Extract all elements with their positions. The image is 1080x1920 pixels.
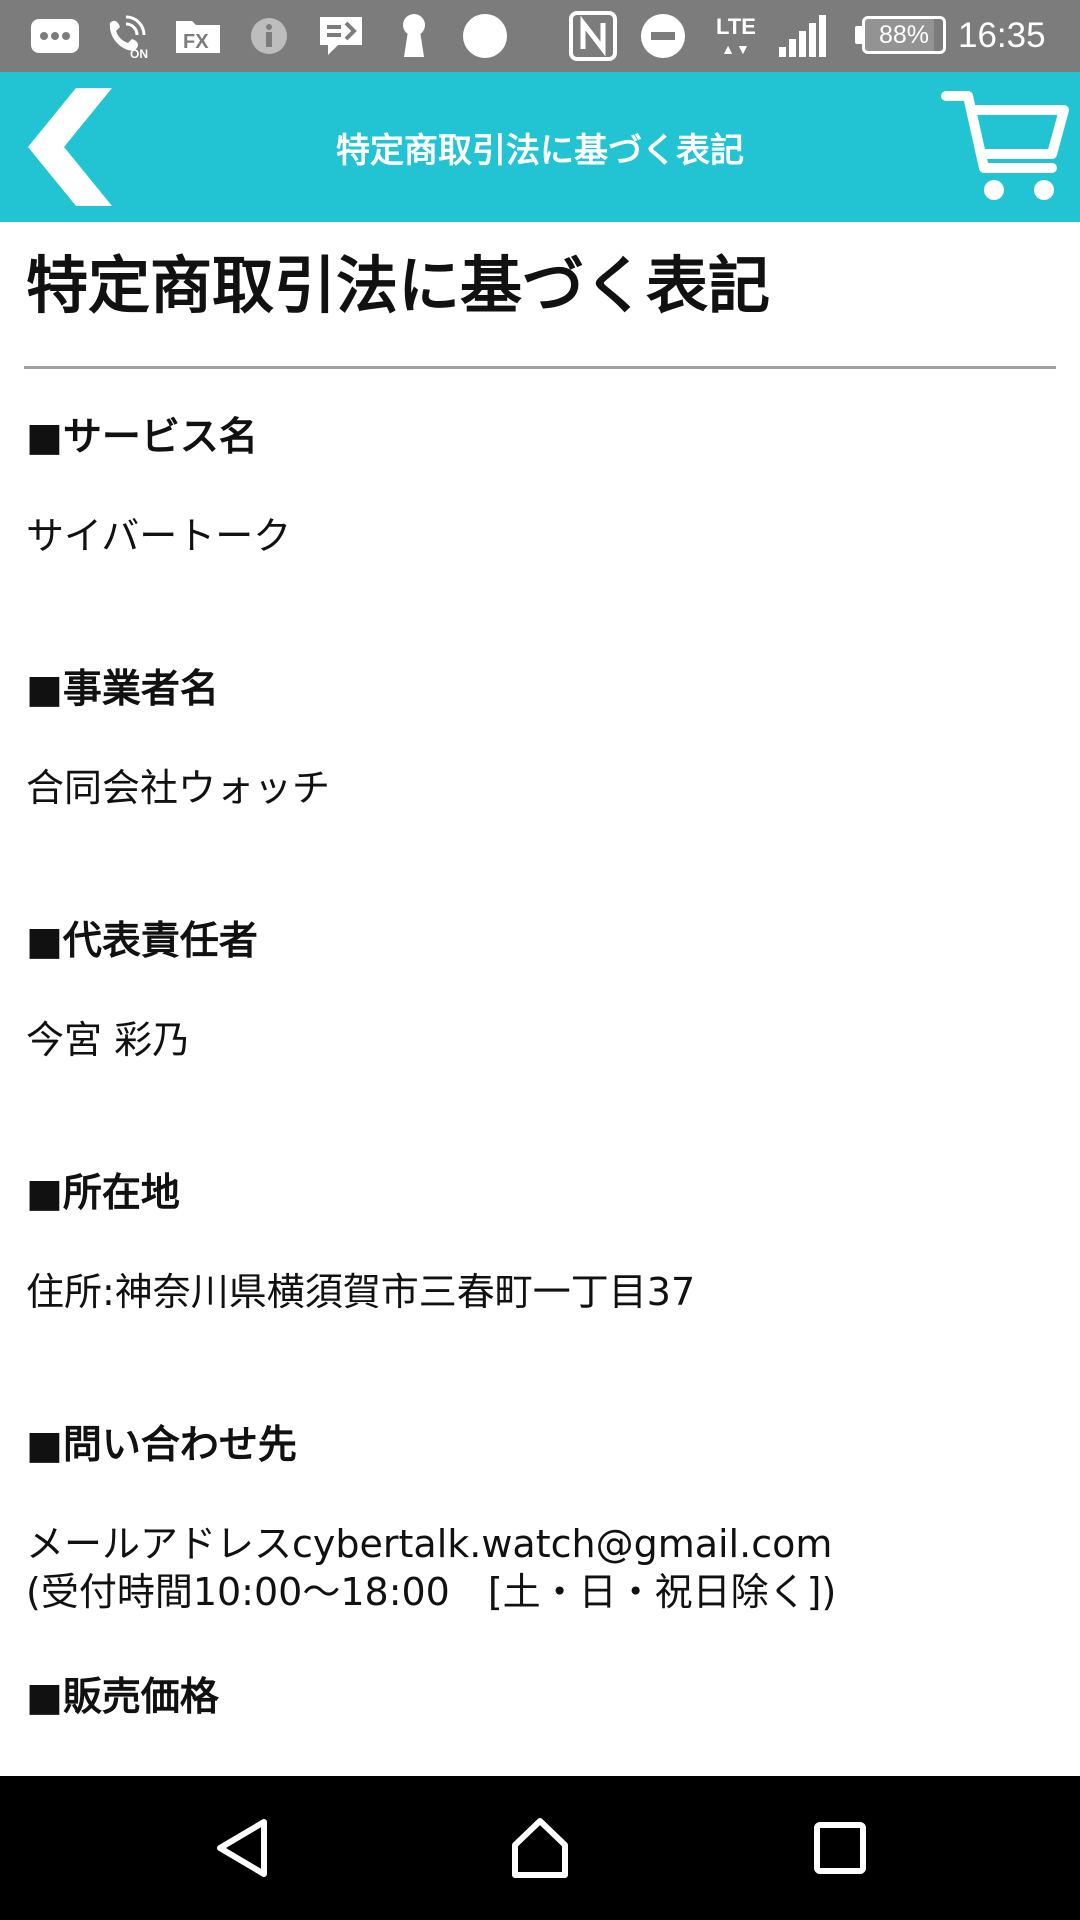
app-header: 特定商取引法に基づく表記 <box>0 72 1080 222</box>
chat-icon <box>316 0 366 72</box>
recents-square-icon <box>814 1822 866 1874</box>
section-address: ■所在地 住所:神奈川県横須賀市三春町一丁目37 <box>26 1168 1056 1420</box>
section-contact: ■問い合わせ先 メールアドレスcybertalk.watch@gmail.com… <box>26 1420 1056 1672</box>
section-heading: ■サービス名 <box>26 415 258 460</box>
section-line: サイバートーク <box>26 514 292 558</box>
nfc-icon <box>566 0 620 72</box>
section-line: (受付時間10:00〜18:00 [土・日・祝日除く]) <box>26 1570 837 1614</box>
section-price: ■販売価格 <box>26 1672 1056 1776</box>
status-bar: ON FX LTE ▲▼ 88% 16:35 <box>0 0 1080 72</box>
divider <box>24 366 1056 369</box>
cart-button[interactable] <box>940 86 1070 208</box>
clock: 16:35 <box>958 16 1046 55</box>
section-line: 住所:神奈川県横須賀市三春町一丁目37 <box>26 1270 696 1314</box>
circle-icon <box>460 0 510 72</box>
section-body: 住所:神奈川県横須賀市三春町一丁目37 <box>26 1268 695 1316</box>
section-body: メールアドレスcybertalk.watch@gmail.com (受付時間10… <box>26 1520 836 1616</box>
home-icon <box>512 1818 568 1878</box>
back-triangle-icon <box>217 1819 267 1877</box>
messaging-icon <box>26 0 84 72</box>
section-heading: ■販売価格 <box>26 1675 219 1720</box>
back-button[interactable] <box>16 84 136 210</box>
section-line: 合同会社ウォッチ <box>26 766 331 810</box>
chevron-left-icon <box>28 88 112 206</box>
page-title: 特定商取引法に基づく表記 <box>26 249 771 322</box>
lte-icon: LTE ▲▼ <box>716 14 756 57</box>
section-heading: ■問い合わせ先 <box>26 1423 297 1468</box>
section-service-name: ■サービス名 サイバートーク <box>26 412 1056 664</box>
section-business-name: ■事業者名 合同会社ウォッチ <box>26 664 1056 916</box>
network-label: LTE <box>716 14 756 39</box>
section-body: サイバートーク <box>26 512 291 560</box>
section-body: 合同会社ウォッチ <box>26 764 330 812</box>
cart-icon <box>941 91 1069 200</box>
content-area[interactable]: 特定商取引法に基づく表記 ■サービス名 サイバートーク ■事業者名 合同会社ウォ… <box>0 222 1080 1776</box>
nav-home-button[interactable] <box>500 1808 580 1888</box>
section-representative: ■代表責任者 今宮 彩乃 <box>26 916 1056 1168</box>
keyhole-icon <box>394 0 434 72</box>
sections-list: ■サービス名 サイバートーク ■事業者名 合同会社ウォッチ ■代表責任者 今宮 … <box>26 412 1056 1776</box>
contact-email-line[interactable]: メールアドレスcybertalk.watch@gmail.com <box>26 1520 836 1568</box>
fx-app-icon: FX <box>172 0 224 72</box>
do-not-disturb-icon <box>638 0 688 72</box>
section-heading: ■所在地 <box>26 1171 180 1216</box>
svg-text:FX: FX <box>183 31 209 53</box>
section-line: 今宮 彩乃 <box>26 1018 191 1062</box>
nav-back-button[interactable] <box>202 1808 282 1888</box>
info-icon <box>246 0 292 72</box>
section-heading: ■事業者名 <box>26 667 219 712</box>
navigation-bar <box>0 1776 1080 1920</box>
wifi-calling-on-icon: ON <box>102 0 154 72</box>
section-body: 今宮 彩乃 <box>26 1016 190 1064</box>
battery-label: 88% <box>878 20 930 49</box>
signal-icon <box>774 0 830 72</box>
battery-icon: 88% <box>862 16 946 54</box>
header-title: 特定商取引法に基づく表記 <box>336 130 744 171</box>
svg-text:ON: ON <box>130 47 148 59</box>
nav-recents-button[interactable] <box>800 1808 880 1888</box>
section-heading: ■代表責任者 <box>26 919 258 964</box>
